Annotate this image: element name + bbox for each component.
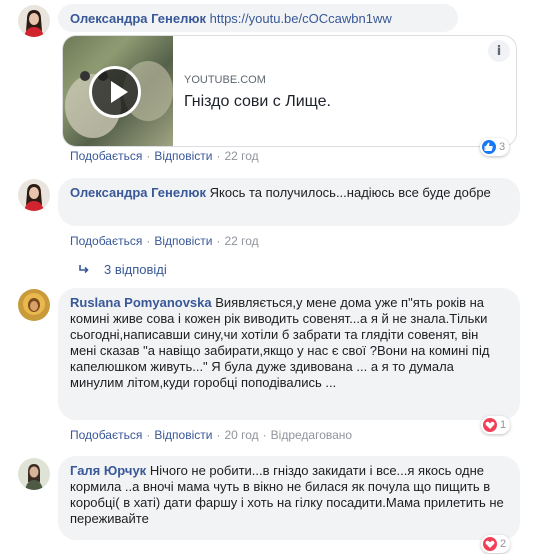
- comment-actions: Подобається · Відповісти · 22 год: [70, 149, 259, 163]
- like-action[interactable]: Подобається: [70, 428, 142, 442]
- reaction-summary[interactable]: 1: [481, 416, 511, 434]
- avatar[interactable]: [18, 289, 50, 321]
- link-title[interactable]: Гніздо сови с Лище.: [184, 93, 331, 111]
- like-action[interactable]: Подобається: [70, 234, 142, 248]
- comment-bubble: Олександра Генелюк https://youtu.be/cOCc…: [58, 4, 458, 32]
- comment-text: Якось та получилось...надіюсь все буде д…: [209, 185, 491, 200]
- avatar[interactable]: [18, 179, 50, 211]
- comment-link[interactable]: https://youtu.be/cOCcawbn1ww: [210, 11, 392, 26]
- comment-actions: Подобається · Відповісти · 20 год · Відредагов…: [70, 428, 353, 442]
- avatar[interactable]: [18, 5, 50, 37]
- avatar[interactable]: [18, 458, 50, 490]
- close-icon[interactable]: ⅰ: [488, 40, 510, 62]
- avatar-photo: [18, 179, 50, 211]
- comment-bubble: Галя Юрчук Нічого не робити...в гніздо з…: [58, 456, 520, 540]
- reply-action[interactable]: Відповісти: [154, 234, 212, 248]
- comment-author[interactable]: Ruslana Pomyanovska: [70, 295, 212, 310]
- reaction-count: 1: [500, 419, 507, 431]
- reaction-summary[interactable]: 3: [480, 138, 510, 156]
- reaction-summary[interactable]: 2: [481, 535, 511, 553]
- video-thumbnail[interactable]: [63, 36, 173, 146]
- reaction-count: 3: [499, 141, 506, 153]
- reaction-count: 2: [500, 538, 507, 550]
- timestamp[interactable]: 20 год: [224, 428, 258, 442]
- timestamp[interactable]: 22 год: [224, 234, 258, 248]
- view-replies-link[interactable]: 3 відповіді: [104, 262, 167, 277]
- reply-action[interactable]: Відповісти: [154, 149, 212, 163]
- comment-author[interactable]: Галя Юрчук: [70, 463, 146, 478]
- reply-arrow-icon: [79, 265, 89, 274]
- timestamp[interactable]: 22 год: [224, 149, 258, 163]
- play-button[interactable]: [89, 66, 141, 118]
- heart-icon: [483, 418, 497, 432]
- avatar-photo: [18, 5, 50, 37]
- like-icon: [482, 140, 496, 154]
- edited-label[interactable]: Відредаговано: [271, 428, 352, 442]
- like-action[interactable]: Подобається: [70, 149, 142, 163]
- comment-actions: Подобається · Відповісти · 22 год: [70, 234, 259, 248]
- comment-bubble: Ruslana Pomyanovska Виявляється,у мене д…: [58, 288, 520, 420]
- comment-author[interactable]: Олександра Генелюк: [70, 185, 206, 200]
- play-icon: [111, 81, 128, 103]
- link-site: YOUTUBE.COM: [184, 74, 266, 86]
- comment-author[interactable]: Олександра Генелюк: [70, 11, 206, 26]
- heart-icon: [483, 537, 497, 551]
- reply-action[interactable]: Відповісти: [154, 428, 212, 442]
- replies-count-label[interactable]: 3 відповіді: [104, 262, 167, 277]
- comment-bubble: Олександра Генелюк Якось та получилось..…: [58, 178, 520, 226]
- avatar-photo: [18, 458, 50, 490]
- avatar-photo: [18, 289, 50, 321]
- link-preview-card[interactable]: YOUTUBE.COM Гніздо сови с Лище. ⅰ: [62, 35, 517, 147]
